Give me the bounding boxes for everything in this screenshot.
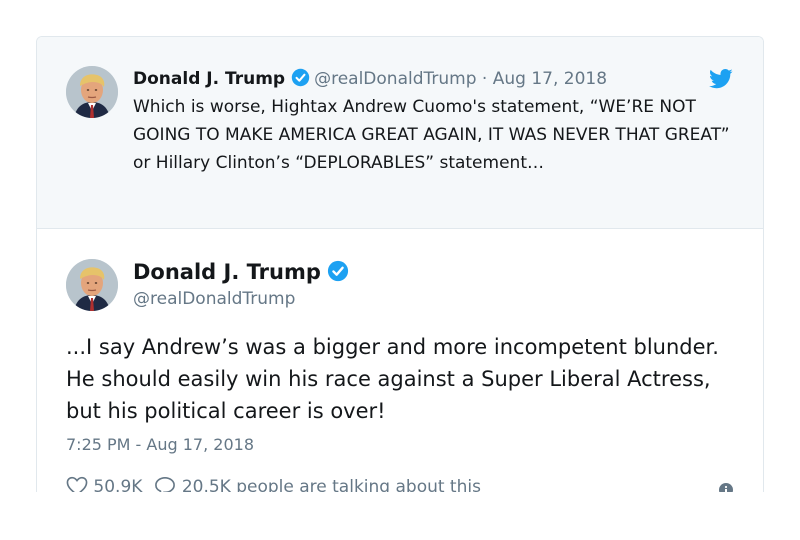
info-icon[interactable] bbox=[719, 482, 733, 492]
verified-badge-icon bbox=[327, 260, 349, 289]
author-name[interactable]: Donald J. Trump bbox=[133, 260, 321, 284]
author-name[interactable]: Donald J. Trump bbox=[133, 69, 285, 89]
quoted-tweet[interactable]: Donald J. Trump @realDonaldTrump · Aug 17… bbox=[37, 37, 763, 229]
verified-badge-icon bbox=[291, 68, 310, 94]
author-handle[interactable]: @realDonaldTrump bbox=[314, 69, 476, 89]
replies-text[interactable]: 20.5K people are talking about this bbox=[182, 477, 481, 492]
comment-icon[interactable] bbox=[154, 476, 176, 492]
like-count[interactable]: 50.9K bbox=[93, 477, 142, 492]
avatar[interactable] bbox=[66, 66, 118, 118]
tweet-date[interactable]: Aug 17, 2018 bbox=[493, 69, 607, 89]
tweet-actions: 50.9K 20.5K people are talking about thi… bbox=[66, 475, 743, 492]
tweet-text: ...I say Andrew’s was a bigger and more … bbox=[66, 335, 719, 423]
author-name-row: Donald J. Trump bbox=[133, 258, 353, 289]
quoted-tweet-header: Donald J. Trump @realDonaldTrump · Aug 17… bbox=[133, 67, 743, 91]
separator-dot: · bbox=[481, 69, 488, 89]
heart-icon[interactable] bbox=[66, 476, 88, 492]
tweet-embed-card: Donald J. Trump @realDonaldTrump · Aug 17… bbox=[36, 36, 764, 492]
twitter-bird-icon[interactable] bbox=[709, 69, 733, 93]
author-handle[interactable]: @realDonaldTrump bbox=[133, 287, 295, 311]
avatar[interactable] bbox=[66, 259, 118, 311]
tweet-timestamp[interactable]: 7:25 PM - Aug 17, 2018 bbox=[66, 433, 254, 457]
quoted-tweet-text: Which is worse, Hightax Andrew Cuomo's s… bbox=[133, 97, 730, 173]
